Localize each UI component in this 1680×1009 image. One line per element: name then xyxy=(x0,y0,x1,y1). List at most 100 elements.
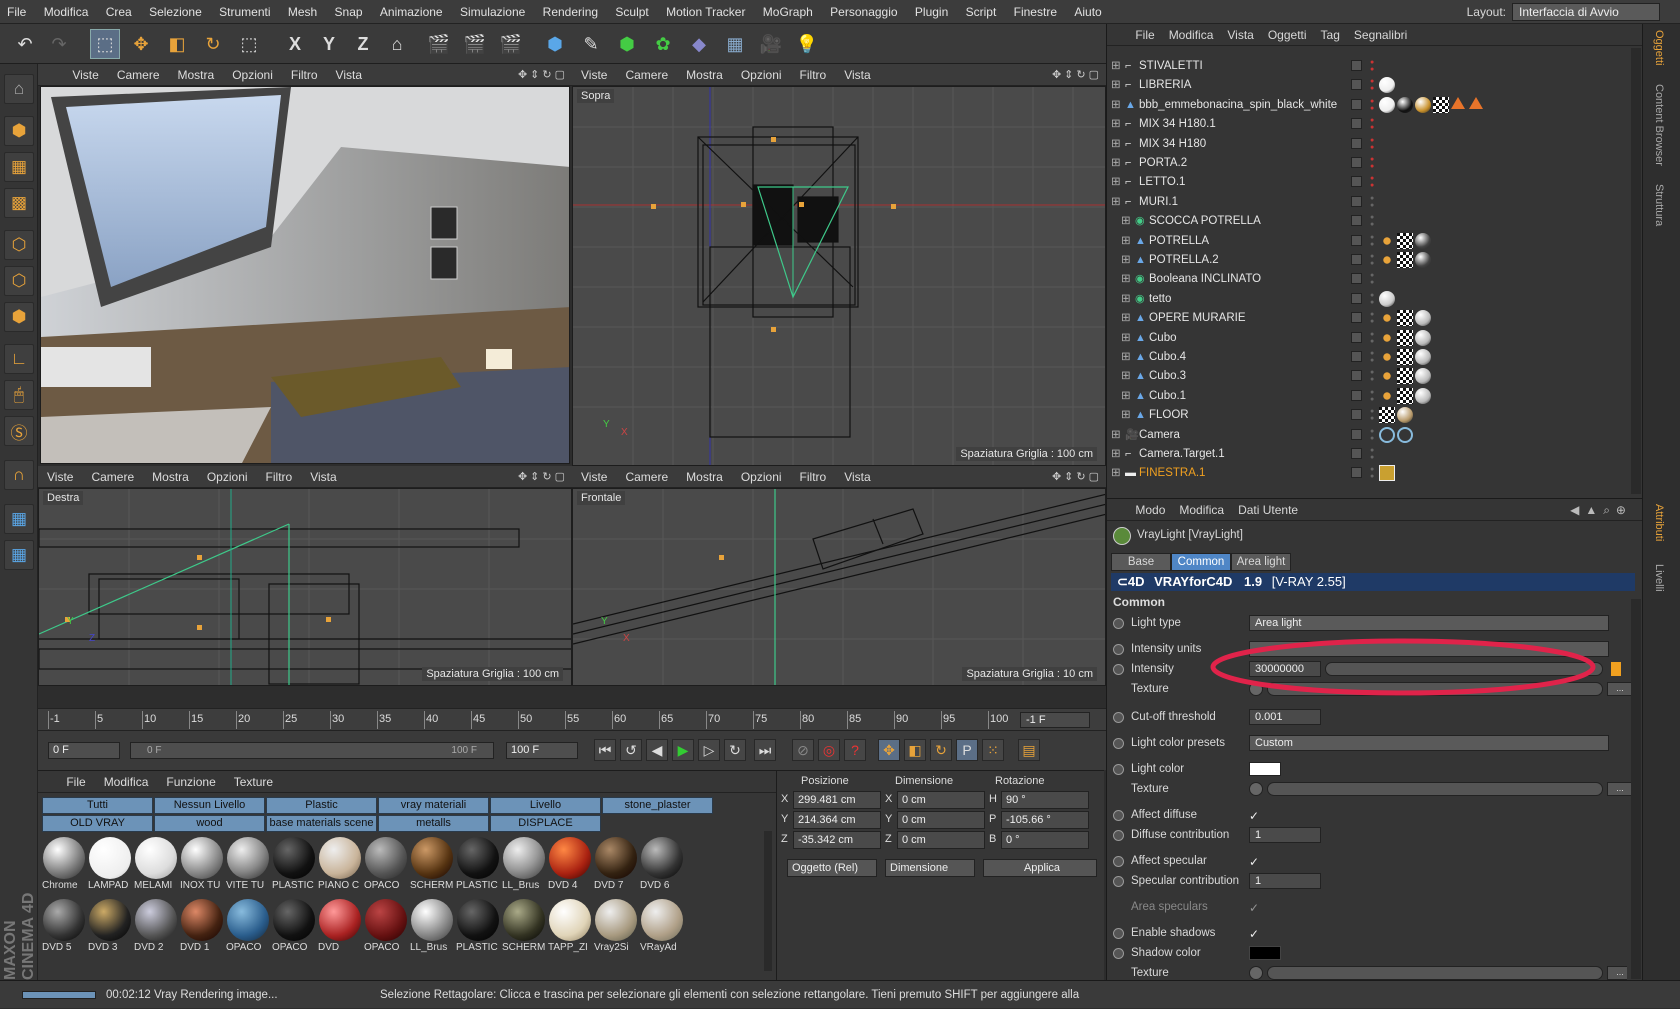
object-scrollbar[interactable] xyxy=(1631,48,1641,494)
vp2-menu-filtro[interactable]: Filtro xyxy=(791,64,836,86)
material-swatch[interactable]: DVD 4 xyxy=(548,837,592,899)
menu-finestre[interactable]: Finestre xyxy=(1007,0,1064,24)
last-tool-icon[interactable]: ⬚ xyxy=(234,29,264,59)
menu-simulazione[interactable]: Simulazione xyxy=(453,0,532,24)
timeline-ruler[interactable]: -1 5 10 15 20 25 30 35 40 45 50 55 60 65 70 75 80 85 90 95 1… xyxy=(38,708,1112,730)
x-axis-icon[interactable]: X xyxy=(280,29,310,59)
object-row[interactable]: ⊞ ⌐ PORTA.2 ● ● xyxy=(1107,153,1625,173)
obj-menu-oggetti[interactable]: Oggetti xyxy=(1261,24,1314,46)
attributes-scrollbar[interactable] xyxy=(1631,599,1641,979)
vp3-menu-mostra[interactable]: Mostra xyxy=(143,466,198,488)
material-tag-icon[interactable] xyxy=(1397,407,1413,424)
anim-radio[interactable] xyxy=(1113,876,1124,887)
presets-dropdown[interactable]: Custom xyxy=(1249,735,1609,751)
object-name[interactable]: tetto xyxy=(1149,289,1171,309)
material-swatch[interactable]: VITE TU xyxy=(226,837,270,899)
shadow-color-swatch[interactable] xyxy=(1249,946,1281,960)
material-swatch[interactable]: Chrome xyxy=(42,837,86,899)
material-filter-tab[interactable]: DISPLACE xyxy=(490,815,601,832)
menu-file[interactable]: File xyxy=(0,0,33,24)
expand-icon[interactable]: ⊞ xyxy=(1111,153,1121,173)
tab-oggetti[interactable]: Oggetti xyxy=(1653,30,1665,65)
object-row[interactable]: ⊞ ⌐ MIX 34 H180.1 ● ● xyxy=(1107,114,1625,134)
light-color-swatch[interactable] xyxy=(1249,762,1281,776)
material-filter-tab[interactable]: Nessun Livello xyxy=(154,797,265,814)
menu-motion-tracker[interactable]: Motion Tracker xyxy=(659,0,752,24)
cube-icon[interactable]: ⬢ xyxy=(540,29,570,59)
material-tag-icon[interactable] xyxy=(1415,349,1431,365)
vray-light-tag-icon[interactable] xyxy=(1379,465,1395,482)
vp4-menu-vista[interactable]: Vista xyxy=(835,466,879,488)
layer-toggle[interactable] xyxy=(1351,351,1362,362)
material-swatch[interactable]: LAMPAD xyxy=(88,837,132,899)
layer-toggle[interactable] xyxy=(1351,98,1362,110)
intensity-keyframe[interactable] xyxy=(1611,662,1621,676)
expand-icon[interactable]: ⊞ xyxy=(1111,134,1121,154)
mat-menu-funzione[interactable]: Funzione xyxy=(157,771,224,793)
object-name[interactable]: POTRELLA xyxy=(1149,231,1209,251)
camera-tag-icon[interactable] xyxy=(1379,426,1395,443)
camera-tag-icon[interactable] xyxy=(1397,426,1413,443)
axis-mode-icon[interactable]: ∟ xyxy=(4,344,34,374)
play-icon[interactable]: ▶ xyxy=(672,739,694,761)
material-tag-icon[interactable] xyxy=(1379,77,1395,94)
expand-icon[interactable]: ⊞ xyxy=(1111,444,1121,464)
material-filter-tab[interactable]: Livello xyxy=(490,797,601,814)
tab-area-light[interactable]: Area light xyxy=(1231,553,1291,571)
expand-icon[interactable]: ⊞ xyxy=(1111,56,1121,76)
subdivision-icon[interactable]: ⬢ xyxy=(612,29,642,59)
layer-toggle[interactable] xyxy=(1351,118,1362,130)
visibility-dots[interactable]: ● ● xyxy=(1370,156,1376,170)
go-to-start-icon[interactable]: ⏮ xyxy=(594,739,616,761)
expand-icon[interactable]: ⊞ xyxy=(1111,95,1121,115)
object-name[interactable]: Cubo.1 xyxy=(1149,386,1186,406)
object-row[interactable]: ⊞ ◉ SCOCCA POTRELLA ● ● xyxy=(1107,211,1625,231)
viewport-right[interactable]: Destra Y Z Spaziatura Griglia : 100 cm xyxy=(38,488,572,686)
spline-pen-icon[interactable]: ✎ xyxy=(576,29,606,59)
material-swatch[interactable]: SCHERM xyxy=(410,837,454,899)
material-tag-icon[interactable] xyxy=(1415,232,1431,249)
locked-workplane-icon[interactable]: ▦ xyxy=(4,540,34,570)
coord-value-field[interactable]: 0 cm xyxy=(897,791,985,809)
vp4-menu-opzioni[interactable]: Opzioni xyxy=(732,466,791,488)
affect-diffuse-checkbox[interactable]: ✓ xyxy=(1249,806,1259,826)
material-swatch[interactable]: OPACO xyxy=(364,899,408,961)
previous-frame-icon[interactable]: ◀ xyxy=(646,739,668,761)
expand-icon[interactable]: ⊞ xyxy=(1121,405,1131,425)
y-axis-icon[interactable]: Y xyxy=(314,29,344,59)
object-row[interactable]: ⊞ ⌐ Camera.Target.1 ● ● xyxy=(1107,444,1625,464)
layer-toggle[interactable] xyxy=(1351,292,1362,304)
attr-menu-modifica[interactable]: Modifica xyxy=(1172,499,1231,521)
texture-tag-icon[interactable] xyxy=(1397,252,1413,268)
object-row[interactable]: ⊞ 🎥 Camera ● ● xyxy=(1107,425,1625,445)
render-settings-icon[interactable]: 🎬 xyxy=(496,29,526,59)
point-level-icon[interactable]: ⁙ xyxy=(982,739,1004,761)
deformer-icon[interactable]: ◆ xyxy=(684,29,714,59)
tab-livelli[interactable]: Livelli xyxy=(1653,564,1665,592)
undo-icon[interactable]: ↶ xyxy=(10,29,40,59)
menu-animazione[interactable]: Animazione xyxy=(373,0,450,24)
floor-icon[interactable]: ▦ xyxy=(720,29,750,59)
layer-toggle[interactable] xyxy=(1351,448,1362,459)
material-filter-tab[interactable]: wood xyxy=(154,815,265,832)
object-row[interactable]: ⊞ ▲ FLOOR ● ● xyxy=(1107,405,1625,425)
menu-strumenti[interactable]: Strumenti xyxy=(212,0,277,24)
expand-icon[interactable]: ⊞ xyxy=(1121,250,1131,270)
mat-menu-texture[interactable]: Texture xyxy=(225,771,282,793)
end-frame-field[interactable]: 100 F xyxy=(506,742,578,759)
texture-tag-icon[interactable] xyxy=(1397,329,1413,346)
object-row[interactable]: ⊞ ▲ Cubo ● ● xyxy=(1107,328,1625,348)
coord-mode-dropdown[interactable]: Oggetto (Rel) xyxy=(787,859,877,877)
object-name[interactable]: Camera.Target.1 xyxy=(1139,444,1225,464)
uvw-tag-icon[interactable] xyxy=(1379,329,1395,346)
object-row[interactable]: ⊞ ◉ Booleana INCLINATO ● ● xyxy=(1107,269,1625,289)
obj-menu-vista[interactable]: Vista xyxy=(1220,24,1260,46)
object-name[interactable]: LETTO.1 xyxy=(1139,172,1185,192)
workplane-icon[interactable]: ▩ xyxy=(4,188,34,218)
scale-icon[interactable]: ◧ xyxy=(162,29,192,59)
mat-menu-modifica[interactable]: Modifica xyxy=(95,771,158,793)
texture-browse-button[interactable]: ... xyxy=(1607,682,1633,696)
expand-icon[interactable]: ⊞ xyxy=(1121,386,1131,406)
material-swatch[interactable]: DVD 6 xyxy=(640,837,684,899)
layer-toggle[interactable] xyxy=(1351,389,1362,401)
